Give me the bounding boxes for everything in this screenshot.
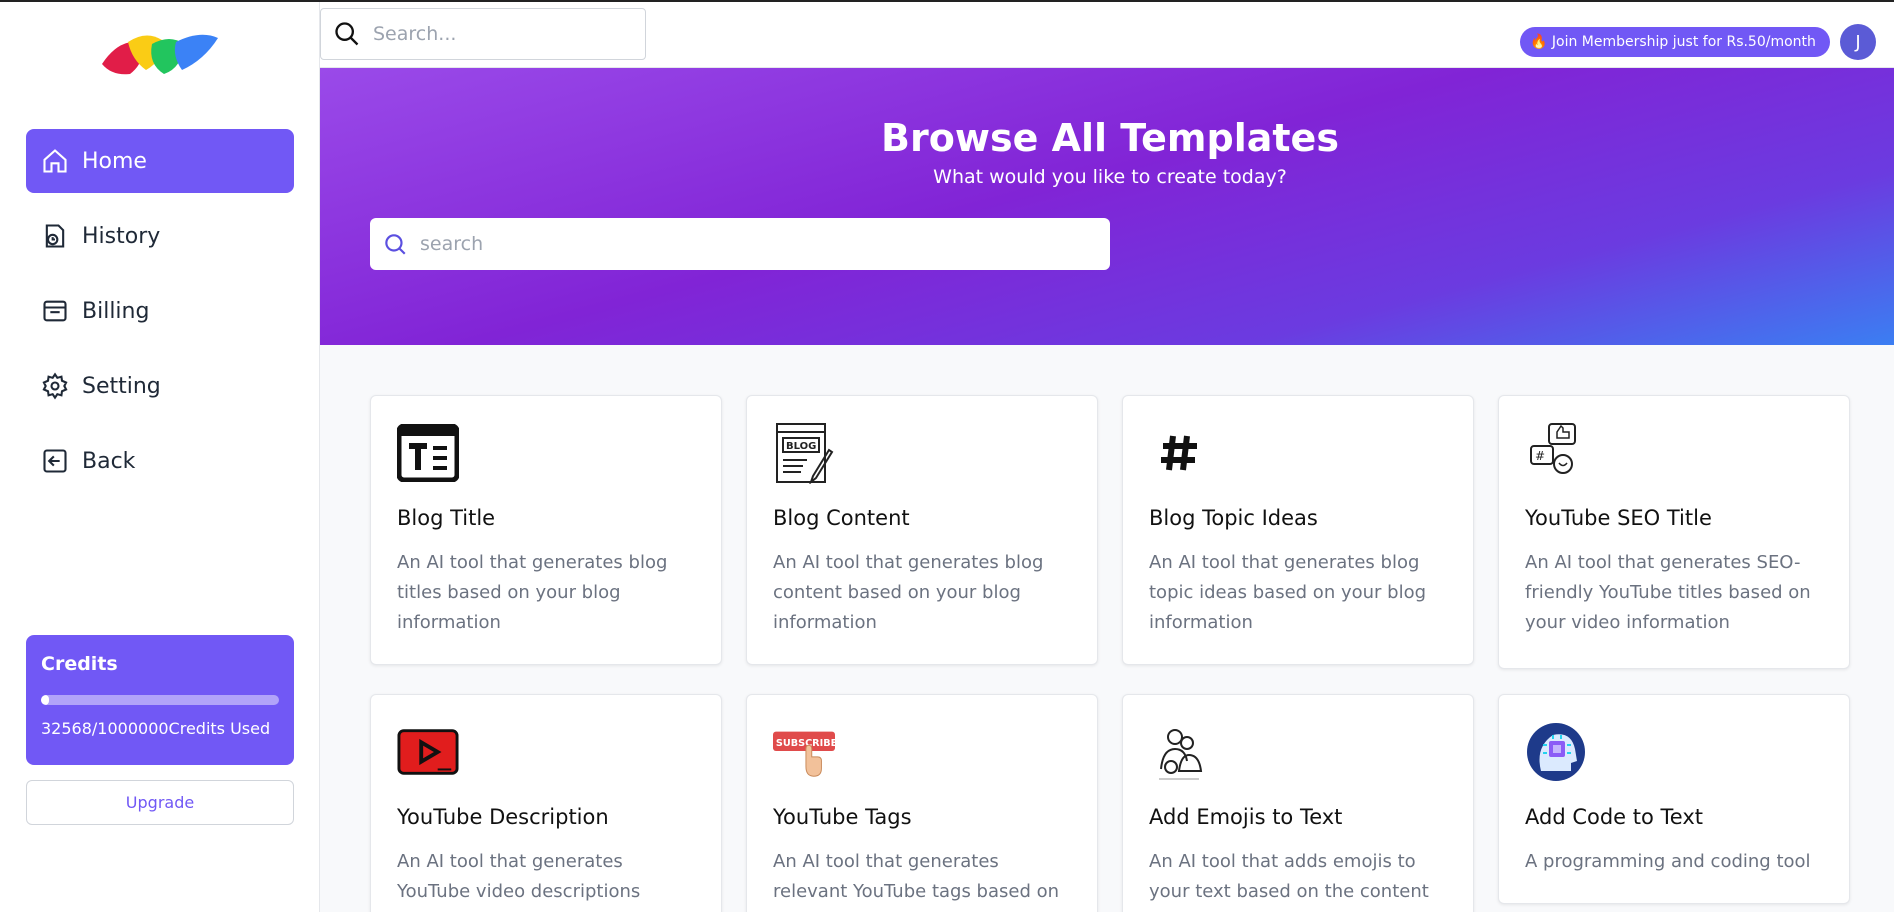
billing-icon — [40, 296, 70, 326]
template-name: Blog Title — [397, 506, 496, 530]
credits-used-text: 32568/1000000Credits Used — [41, 719, 271, 738]
credits-progress-bar — [41, 695, 279, 705]
template-description: An AI tool that generates SEO-friendly Y… — [1525, 552, 1811, 633]
page-subtitle: What would you like to create today? — [933, 166, 1287, 188]
template-card-youtube-tags[interactable]: SUBSCRIBE YouTube Tags An AI tool that g… — [746, 694, 1098, 912]
template-name: Add Emojis to Text — [1149, 805, 1343, 829]
sidebar-item-label: Setting — [82, 373, 161, 399]
sidebar-item-setting[interactable]: Setting — [26, 354, 294, 418]
template-description: A programming and coding tool — [1525, 851, 1811, 872]
sidebar-item-home[interactable]: Home — [26, 129, 294, 193]
template-name: Add Code to Text — [1525, 805, 1703, 829]
template-description: An AI tool that generates YouTube video … — [397, 851, 641, 912]
history-icon — [40, 221, 70, 251]
sidebar-item-back[interactable]: Back — [26, 429, 294, 493]
template-name: Blog Content — [773, 506, 910, 530]
people-emoji-icon — [1149, 721, 1211, 783]
social-seo-icon: # — [1525, 422, 1587, 484]
ai-head-icon — [1525, 721, 1587, 783]
page-title: Browse All Templates — [881, 116, 1339, 160]
sidebar-item-label: History — [82, 223, 161, 249]
template-description: An AI tool that adds emojis to your text… — [1149, 851, 1429, 902]
gear-icon — [40, 371, 70, 401]
hero-banner: Browse All Templates What would you like… — [320, 68, 1894, 345]
template-search-placeholder: search — [420, 233, 484, 255]
template-card-add-emojis[interactable]: Add Emojis to Text An AI tool that adds … — [1122, 694, 1474, 912]
top-search-input[interactable]: Search... — [320, 8, 646, 60]
credits-panel: Credits 32568/1000000Credits Used — [26, 635, 294, 765]
svg-text:#: # — [1535, 449, 1545, 463]
home-icon — [40, 146, 70, 176]
search-icon — [382, 231, 408, 257]
search-icon — [333, 20, 361, 48]
sidebar-item-history[interactable]: History — [26, 204, 294, 268]
svg-text:BLOG: BLOG — [786, 441, 816, 452]
hashtag-icon — [1149, 422, 1211, 484]
back-icon — [40, 446, 70, 476]
template-name: YouTube Tags — [773, 805, 912, 829]
sidebar-item-label: Billing — [82, 298, 150, 324]
blog-icon: BLOG — [773, 422, 835, 484]
membership-button[interactable]: 🔥 Join Membership just for Rs.50/month — [1520, 27, 1830, 57]
sidebar-item-label: Back — [82, 448, 136, 474]
template-search-input[interactable]: search — [370, 218, 1110, 270]
top-search-placeholder: Search... — [373, 23, 457, 45]
template-name: Blog Topic Ideas — [1149, 506, 1318, 530]
subscribe-icon: SUBSCRIBE — [773, 721, 835, 783]
svg-text:SUBSCRIBE: SUBSCRIBE — [776, 738, 835, 749]
sidebar: Home History Billing Setting Back Credit… — [0, 2, 320, 912]
template-description: An AI tool that generates relevant YouTu… — [773, 851, 1060, 912]
app-logo[interactable] — [100, 30, 220, 80]
upgrade-button[interactable]: Upgrade — [26, 780, 294, 825]
text-title-icon — [397, 422, 459, 484]
template-card-add-code[interactable]: Add Code to Text A programming and codin… — [1498, 694, 1850, 904]
template-name: YouTube Description — [397, 805, 609, 829]
template-card-blog-title[interactable]: Blog Title An AI tool that generates blo… — [370, 395, 722, 665]
template-description: An AI tool that generates blog content b… — [773, 552, 1044, 633]
template-description: An AI tool that generates blog topic ide… — [1149, 552, 1427, 633]
youtube-play-icon — [397, 721, 459, 783]
template-card-youtube-seo-title[interactable]: # YouTube SEO Title An AI tool that gene… — [1498, 395, 1850, 669]
template-card-blog-topic-ideas[interactable]: Blog Topic Ideas An AI tool that generat… — [1122, 395, 1474, 665]
template-grid: Blog Title An AI tool that generates blo… — [320, 345, 1894, 912]
sidebar-item-label: Home — [82, 148, 147, 174]
credits-title: Credits — [41, 653, 118, 675]
template-card-youtube-description[interactable]: YouTube Description An AI tool that gene… — [370, 694, 722, 912]
top-bar: Search... 🔥 Join Membership just for Rs.… — [320, 2, 1894, 68]
avatar[interactable]: J — [1840, 24, 1876, 60]
template-name: YouTube SEO Title — [1525, 506, 1712, 530]
sidebar-item-billing[interactable]: Billing — [26, 279, 294, 343]
template-description: An AI tool that generates blog titles ba… — [397, 552, 668, 633]
template-card-blog-content[interactable]: BLOG Blog Content An AI tool that genera… — [746, 395, 1098, 665]
credits-progress-fill — [41, 695, 49, 705]
